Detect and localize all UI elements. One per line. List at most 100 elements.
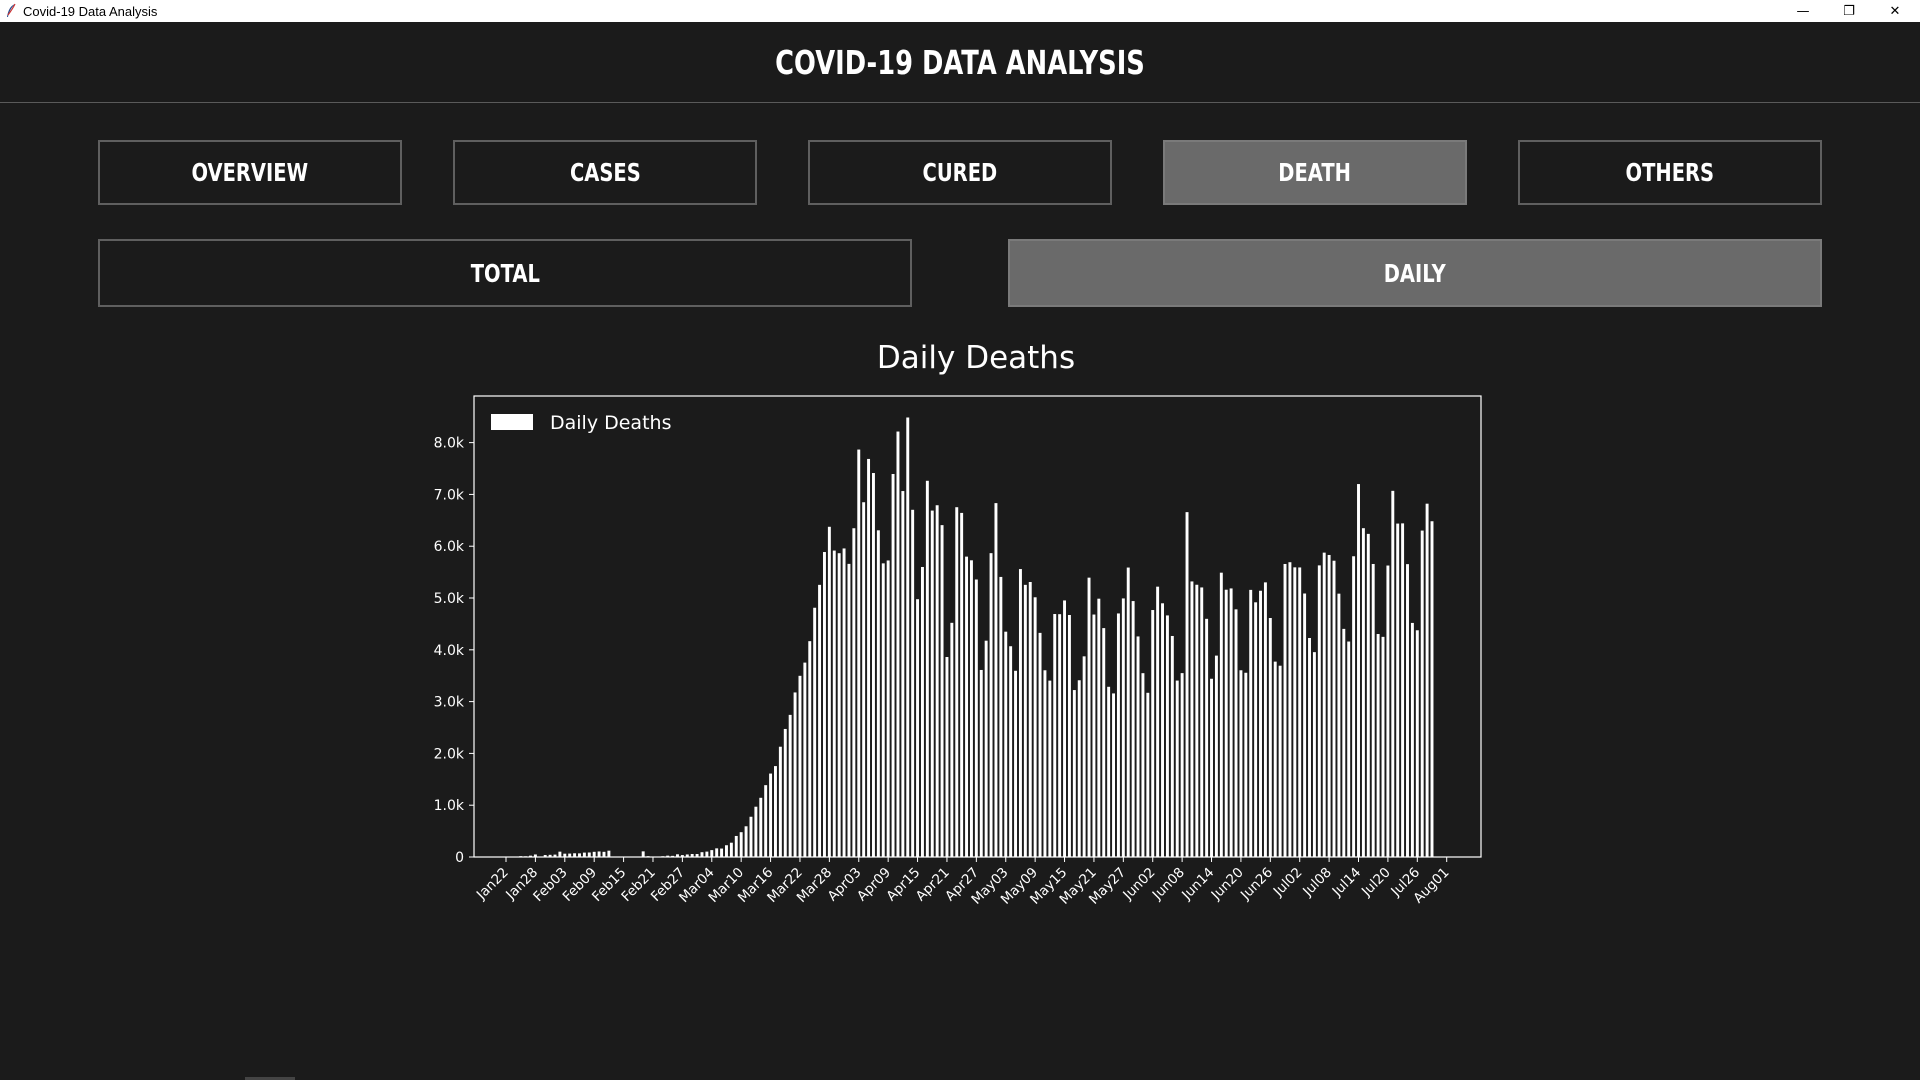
y-tick-label: 6.0k (434, 539, 465, 555)
bar (1229, 588, 1233, 857)
bar (641, 851, 645, 857)
bar (529, 855, 532, 857)
bar (1131, 601, 1135, 857)
bar (783, 728, 787, 857)
bar (1303, 593, 1307, 857)
bar (1043, 670, 1047, 857)
bar (1420, 530, 1424, 857)
bar (984, 640, 988, 857)
bar (1136, 636, 1140, 857)
bar (965, 556, 969, 857)
bar (862, 502, 866, 857)
bar (1058, 614, 1062, 857)
x-tick-label: Jun26 (1237, 865, 1276, 904)
bar (754, 806, 758, 857)
bar (1371, 563, 1375, 857)
bar (842, 548, 846, 857)
bar (1033, 597, 1037, 857)
bar (1210, 678, 1213, 857)
bar (788, 714, 792, 857)
bar (695, 853, 699, 857)
bar (1273, 661, 1277, 857)
bar (1004, 631, 1008, 857)
bar (1401, 523, 1405, 857)
bar (1332, 560, 1336, 857)
bar (1239, 670, 1243, 857)
bar (1018, 569, 1022, 857)
bar (1298, 567, 1302, 857)
x-tick-label: Jun14 (1178, 865, 1217, 904)
bar (715, 848, 719, 857)
legend-swatch (491, 414, 533, 430)
bar (1092, 614, 1096, 857)
y-tick-label: 4.0k (434, 643, 465, 659)
x-tick-label: Jun20 (1208, 865, 1247, 904)
bar (725, 845, 728, 857)
bar (734, 835, 738, 857)
bar (587, 852, 591, 857)
bar (1165, 615, 1169, 857)
bar (979, 669, 983, 857)
bar (597, 851, 601, 857)
y-tick-label: 8.0k (434, 436, 465, 452)
bar (881, 563, 885, 857)
bar (778, 746, 782, 857)
bar (720, 848, 724, 857)
x-tick-label: Jun02 (1119, 865, 1158, 904)
bar (1278, 665, 1282, 857)
bar (867, 458, 871, 857)
legend-label: Daily Deaths (550, 412, 671, 434)
bar (911, 509, 915, 857)
bar (930, 510, 934, 857)
bar (989, 553, 993, 857)
bar (1048, 680, 1052, 857)
bar (607, 850, 611, 857)
bar (744, 826, 748, 857)
bar (818, 584, 822, 857)
bar (1381, 636, 1385, 857)
bar (1361, 528, 1365, 857)
bar (1244, 672, 1248, 857)
x-tick-label: Jul20 (1358, 865, 1394, 901)
bar (1102, 628, 1106, 857)
x-tick-label: Jan22 (473, 865, 512, 904)
bar (1214, 655, 1218, 857)
bar (1337, 593, 1341, 857)
bar (876, 530, 880, 857)
bar (1087, 577, 1091, 857)
bar (1170, 635, 1174, 857)
bar (798, 675, 802, 857)
bar (1219, 572, 1223, 857)
bar (578, 853, 581, 857)
bar (558, 851, 562, 857)
bar (764, 785, 768, 857)
bar (543, 855, 547, 857)
bar (1161, 603, 1164, 857)
bar (1146, 692, 1150, 857)
bar (1116, 613, 1120, 857)
bar (705, 851, 709, 857)
bar (1391, 490, 1395, 857)
bar (1234, 609, 1238, 857)
bar (1141, 673, 1145, 857)
bar (906, 417, 910, 857)
bar (1357, 484, 1360, 857)
bar (1288, 562, 1292, 857)
daily-deaths-chart: 01.0k2.0k3.0k4.0k5.0k6.0k7.0k8.0kJan22Ja… (434, 395, 1482, 908)
bar (901, 491, 905, 857)
bar (940, 525, 944, 857)
bar (871, 473, 875, 857)
bar (1283, 563, 1287, 857)
bar (960, 512, 964, 857)
bar (1175, 680, 1179, 857)
bar (955, 507, 959, 857)
bar (1067, 615, 1071, 857)
bar (1121, 598, 1125, 857)
bar (1312, 652, 1316, 857)
bar (769, 773, 773, 857)
bar (920, 566, 924, 857)
bar (568, 853, 572, 857)
bar (1410, 622, 1414, 857)
bar (1322, 552, 1326, 857)
bar (852, 528, 856, 857)
